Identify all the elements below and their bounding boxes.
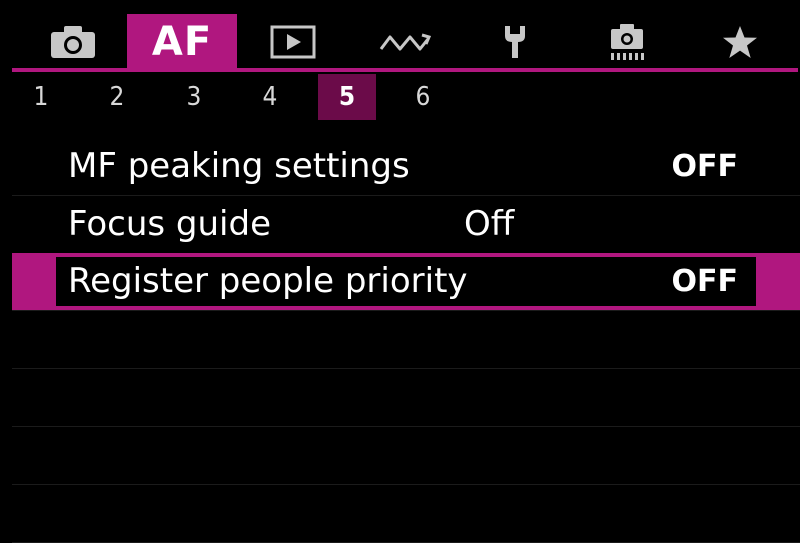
menu-list: MF peaking settings OFF Focus guide Off …	[12, 138, 800, 543]
page-5[interactable]: 5	[318, 74, 376, 120]
custom-functions-icon	[611, 24, 644, 60]
menu-item-value: Off	[464, 204, 515, 244]
menu-item-empty	[12, 427, 800, 484]
tab-my-menu[interactable]	[685, 14, 795, 70]
menu-item-empty	[12, 369, 800, 426]
tab-network[interactable]	[350, 14, 460, 70]
menu-tab-bar: AF	[0, 0, 800, 70]
camera-icon	[51, 26, 95, 58]
tab-setup[interactable]	[460, 14, 570, 70]
tab-playback[interactable]	[238, 14, 348, 70]
page-1[interactable]: 1	[12, 74, 70, 120]
menu-item-register-people-priority[interactable]: Register people priority OFF	[12, 253, 800, 310]
page-6[interactable]: 6	[394, 74, 452, 120]
page-selector: 1 2 3 4 5 6	[0, 74, 800, 120]
tab-custom[interactable]	[572, 14, 682, 70]
tab-af[interactable]: AF	[127, 14, 237, 70]
menu-item-focus-guide[interactable]: Focus guide Off	[12, 196, 800, 253]
tab-af-label: AF	[151, 19, 213, 65]
wrench-icon	[505, 26, 525, 58]
menu-item-label: MF peaking settings	[68, 146, 410, 186]
page-4[interactable]: 4	[241, 74, 299, 120]
menu-item-empty	[12, 485, 800, 542]
wireless-icon	[379, 33, 432, 51]
menu-item-value: OFF	[671, 149, 739, 184]
menu-item-label: Register people priority	[68, 261, 468, 301]
playback-icon	[270, 25, 316, 59]
tab-underline	[12, 68, 798, 72]
tab-shooting[interactable]	[18, 14, 128, 70]
page-3[interactable]: 3	[165, 74, 223, 120]
menu-item-mf-peaking[interactable]: MF peaking settings OFF	[12, 138, 800, 195]
page-2[interactable]: 2	[88, 74, 146, 120]
menu-item-value: OFF	[671, 264, 739, 299]
menu-item-empty	[12, 311, 800, 368]
star-icon	[723, 26, 757, 58]
menu-item-label: Focus guide	[68, 204, 271, 244]
